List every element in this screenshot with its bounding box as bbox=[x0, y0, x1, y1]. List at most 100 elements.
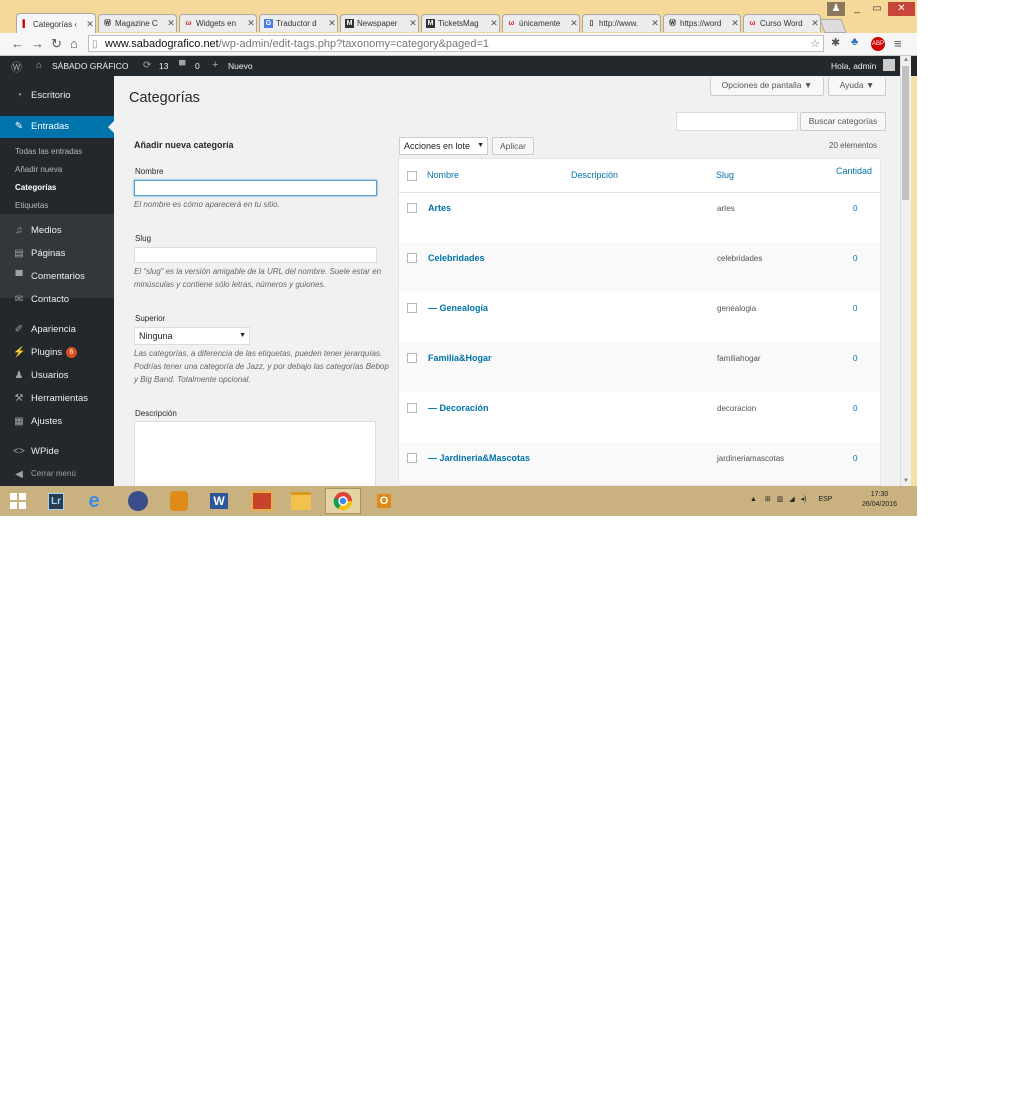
row-name-link[interactable]: Artes bbox=[428, 203, 451, 213]
menu-icon[interactable]: ≡ bbox=[894, 36, 902, 51]
sidebar-item-posts[interactable]: ✎ Entradas bbox=[0, 116, 114, 138]
row-count-link[interactable]: 0 bbox=[853, 354, 857, 363]
row-checkbox[interactable] bbox=[407, 303, 417, 313]
user-profile-icon[interactable]: ♟ bbox=[827, 2, 845, 16]
row-checkbox[interactable] bbox=[407, 353, 417, 363]
sidebar-item-settings[interactable]: ▦ Ajustes bbox=[0, 412, 114, 432]
scroll-up-icon[interactable]: ▲ bbox=[903, 57, 909, 63]
column-description[interactable]: Descripción bbox=[571, 170, 618, 180]
start-button[interactable] bbox=[2, 488, 34, 514]
row-checkbox[interactable] bbox=[407, 203, 417, 213]
adblock-icon[interactable]: ABP bbox=[871, 37, 885, 51]
sidebar-item-appearance[interactable]: ✐ Apariencia bbox=[0, 320, 114, 340]
row-count-link[interactable]: 0 bbox=[853, 204, 857, 213]
tab-close-icon[interactable]: ✕ bbox=[810, 18, 820, 29]
reload-icon[interactable]: ↻ bbox=[51, 36, 62, 52]
home-icon[interactable]: ⌂ bbox=[70, 36, 78, 51]
tab-4[interactable]: M Newspaper ✕ bbox=[340, 14, 419, 32]
scrollbar-thumb[interactable] bbox=[902, 66, 909, 200]
sidebar-sub-tags[interactable]: Etiquetas bbox=[15, 201, 48, 210]
row-checkbox[interactable] bbox=[407, 403, 417, 413]
extension-icon[interactable]: ✱ bbox=[831, 36, 840, 49]
column-name[interactable]: Nombre bbox=[427, 170, 459, 180]
new-content-link[interactable]: Nuevo bbox=[228, 61, 253, 71]
row-count-link[interactable]: 0 bbox=[853, 304, 857, 313]
sidebar-item-pages[interactable]: ▤ Páginas bbox=[0, 244, 114, 264]
sidebar-item-comments[interactable]: ▀ Comentarios bbox=[0, 267, 114, 287]
row-count-link[interactable]: 0 bbox=[853, 454, 857, 463]
tab-close-icon[interactable]: ✕ bbox=[327, 18, 337, 29]
site-name-link[interactable]: SÁBADO GRÁFICO bbox=[52, 61, 129, 71]
row-count-link[interactable]: 0 bbox=[853, 254, 857, 263]
sidebar-item-tools[interactable]: ⚒ Herramientas bbox=[0, 389, 114, 409]
tab-2[interactable]: ω Widgets en ✕ bbox=[179, 14, 257, 32]
row-name-link[interactable]: — Genealogía bbox=[428, 303, 488, 313]
tab-close-icon[interactable]: ✕ bbox=[85, 19, 95, 30]
sidebar-sub-all-posts[interactable]: Todas las entradas bbox=[15, 147, 82, 156]
row-checkbox[interactable] bbox=[407, 453, 417, 463]
tab-7[interactable]: ▯ http://www. ✕ bbox=[582, 14, 661, 32]
tab-close-icon[interactable]: ✕ bbox=[408, 18, 418, 29]
signal-icon[interactable]: ◢ bbox=[789, 496, 794, 503]
tab-close-icon[interactable]: ✕ bbox=[569, 18, 579, 29]
tab-close-icon[interactable]: ✕ bbox=[489, 18, 499, 29]
app-orange-taskbar-icon[interactable] bbox=[163, 488, 195, 514]
app-red-taskbar-icon[interactable] bbox=[246, 488, 278, 514]
network-icon[interactable]: ▥ bbox=[777, 496, 784, 503]
tab-close-icon[interactable]: ✕ bbox=[246, 18, 256, 29]
bookmark-star-icon[interactable]: ☆ bbox=[810, 36, 820, 53]
back-icon[interactable]: ← bbox=[11, 36, 24, 51]
language-indicator[interactable]: ESP bbox=[818, 496, 832, 503]
row-name-link[interactable]: Familia&Hogar bbox=[428, 353, 492, 363]
word-taskbar-icon[interactable]: W bbox=[203, 488, 235, 514]
file-explorer-taskbar-icon[interactable] bbox=[285, 488, 317, 514]
chrome-taskbar-icon[interactable] bbox=[325, 488, 361, 514]
account-greeting[interactable]: Hola, admin bbox=[831, 61, 876, 71]
tab-6[interactable]: ω únicamente ✕ bbox=[502, 14, 580, 32]
minimize-button[interactable]: _ bbox=[848, 2, 866, 16]
bulk-actions-select[interactable]: Acciones en lote ▼ bbox=[399, 137, 488, 155]
tab-close-icon[interactable]: ✕ bbox=[730, 18, 740, 29]
help-button[interactable]: Ayuda ▼ bbox=[828, 77, 886, 96]
row-name-link[interactable]: — Jardinería&Mascotas bbox=[428, 453, 530, 463]
select-all-checkbox[interactable] bbox=[407, 171, 417, 181]
row-name-link[interactable]: Celebridades bbox=[428, 253, 485, 263]
sidebar-item-media[interactable]: ♫ Medios bbox=[0, 221, 114, 241]
wordpress-logo-icon[interactable]: Ⓦ bbox=[11, 59, 22, 75]
description-textarea[interactable] bbox=[134, 421, 376, 491]
screen-options-button[interactable]: Opciones de pantalla ▼ bbox=[710, 77, 824, 96]
outlook-taskbar-icon[interactable]: O bbox=[368, 488, 400, 514]
avatar[interactable] bbox=[883, 59, 895, 71]
new-tab-button[interactable] bbox=[819, 19, 847, 33]
tab-9[interactable]: ω Curso Word ✕ bbox=[743, 14, 821, 32]
sidebar-sub-add-new[interactable]: Añadir nueva bbox=[15, 165, 62, 174]
app-circle-taskbar-icon[interactable] bbox=[122, 488, 154, 514]
parent-select[interactable]: Ninguna ▼ bbox=[134, 327, 250, 345]
search-categories-button[interactable]: Buscar categorías bbox=[800, 112, 886, 131]
close-window-button[interactable]: ✕ bbox=[888, 2, 915, 16]
row-count-link[interactable]: 0 bbox=[853, 404, 857, 413]
volume-icon[interactable]: ◂) bbox=[801, 496, 807, 503]
tray-expand-icon[interactable]: ▲ bbox=[750, 496, 757, 503]
scroll-down-icon[interactable]: ▼ bbox=[903, 478, 909, 484]
row-checkbox[interactable] bbox=[407, 253, 417, 263]
forward-icon[interactable]: → bbox=[31, 36, 44, 51]
tab-close-icon[interactable]: ✕ bbox=[166, 18, 176, 29]
column-slug[interactable]: Slug bbox=[716, 170, 734, 180]
search-input[interactable] bbox=[676, 112, 798, 131]
taskbar-clock[interactable]: 17:30 26/04/2016 bbox=[862, 490, 897, 510]
sidebar-item-plugins[interactable]: ⚡ Plugins 6 bbox=[0, 343, 114, 363]
internet-explorer-taskbar-icon[interactable]: e bbox=[78, 488, 110, 514]
windows-icon[interactable]: ⊞ bbox=[765, 496, 771, 503]
tab-5[interactable]: M TicketsMag ✕ bbox=[421, 14, 500, 32]
name-field[interactable] bbox=[134, 180, 377, 196]
comments-count[interactable]: 0 bbox=[195, 61, 200, 71]
sidebar-item-wpide[interactable]: <> WPide bbox=[0, 442, 114, 462]
collapse-menu-button[interactable]: ◀ Cerrar menú bbox=[0, 465, 114, 485]
extension-blue-icon[interactable]: ♣ bbox=[851, 36, 858, 48]
tab-1[interactable]: Ⓦ Magazine C ✕ bbox=[98, 14, 177, 32]
address-bar[interactable]: ▯ www.sabadografico.net/wp-admin/edit-ta… bbox=[88, 35, 824, 52]
tab-close-icon[interactable]: ✕ bbox=[650, 18, 660, 29]
sidebar-item-contact[interactable]: ✉ Contacto bbox=[0, 290, 114, 310]
updates-count[interactable]: 13 bbox=[159, 61, 168, 71]
